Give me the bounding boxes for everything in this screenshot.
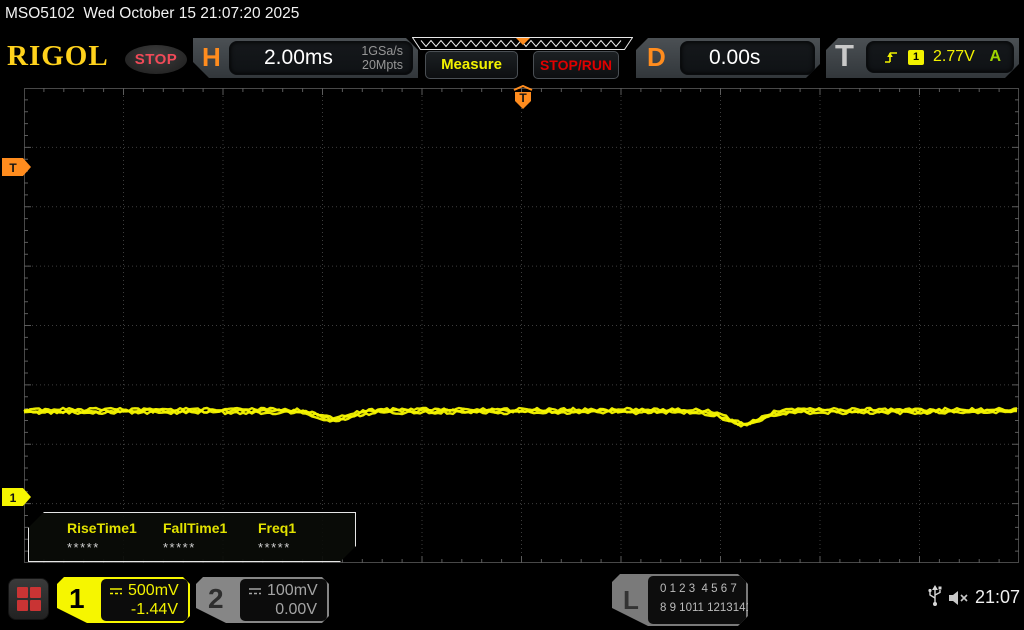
- channel1-number: 1: [69, 583, 85, 615]
- stop-run-button[interactable]: STOP/RUN: [533, 51, 619, 79]
- run-state-badge: STOP: [125, 45, 187, 74]
- delay-value: 0.00s: [709, 42, 760, 74]
- logic-channels-box[interactable]: L 0 1 2 3 4 5 6 7 8 9 1011 12131415: [612, 574, 748, 626]
- logic-label: L: [623, 585, 639, 616]
- channel2-scale: 100mV: [267, 582, 318, 600]
- timebase-panel: 2.00ms 1GSa/s 20Mpts: [229, 41, 413, 75]
- channel2-status-box[interactable]: 2 100mV 0.00V: [196, 577, 329, 623]
- window-title: MSO5102 Wed October 15 21:07:20 2025: [5, 5, 299, 23]
- delay-settings-box[interactable]: D 0.00s: [636, 38, 820, 78]
- trigger-settings-box[interactable]: T 1 2.77V A: [826, 38, 1019, 78]
- channel2-offset: 0.00V: [275, 601, 317, 619]
- trigger-position-marker[interactable]: T: [512, 85, 534, 113]
- waveform-display: [0, 84, 1024, 576]
- dc-coupling-icon: [109, 587, 123, 596]
- measure-button[interactable]: Measure: [425, 51, 518, 79]
- acquisition-info: 1GSa/s 20Mpts: [361, 44, 403, 72]
- measurement-results-panel[interactable]: RiseTime1 ***** FallTime1 ***** Freq1 **…: [28, 512, 356, 562]
- trigger-level-value: 2.77V: [933, 48, 975, 66]
- svg-text:1: 1: [10, 491, 17, 505]
- channel1-scale: 500mV: [128, 582, 179, 600]
- usb-icon: [927, 585, 943, 607]
- channel1-position-marker[interactable]: 1: [2, 488, 32, 507]
- svg-text:T: T: [519, 91, 527, 105]
- channel2-values: 100mV 0.00V: [240, 579, 327, 621]
- channel1-status-box[interactable]: 1 500mV -1.44V: [57, 577, 190, 623]
- channel1-values: 500mV -1.44V: [101, 579, 188, 621]
- waveform-overview-icon: [412, 36, 633, 51]
- trigger-mode: A: [989, 48, 1001, 66]
- logic-row-8-15: 8 9 1011 12131415: [660, 602, 758, 614]
- channel2-number: 2: [208, 583, 224, 615]
- timebase-value: 2.00ms: [264, 42, 333, 74]
- channel1-offset: -1.44V: [131, 601, 178, 619]
- trigger-label: T: [835, 38, 854, 74]
- svg-text:T: T: [9, 161, 17, 175]
- trigger-panel: 1 2.77V A: [866, 41, 1014, 73]
- menu-button[interactable]: [8, 578, 49, 620]
- logic-channel-list: 0 1 2 3 4 5 6 7 8 9 1011 12131415: [648, 576, 746, 624]
- sample-rate: 1GSa/s: [361, 44, 403, 58]
- horizontal-label: H: [202, 42, 221, 73]
- speaker-muted-icon[interactable]: [948, 590, 971, 606]
- menu-grid-icon: [17, 587, 40, 611]
- waveform-overview-strip[interactable]: [412, 36, 633, 51]
- rigol-logo: RIGOL: [7, 40, 109, 73]
- logic-row-0-7: 0 1 2 3 4 5 6 7: [660, 583, 737, 595]
- clock: 21:07: [975, 587, 1020, 608]
- delay-panel: 0.00s: [680, 41, 815, 75]
- memory-depth: 20Mpts: [361, 58, 403, 72]
- oscilloscope-screen: MSO5102 Wed October 15 21:07:20 2025 RIG…: [0, 0, 1024, 630]
- trigger-level-marker[interactable]: T: [2, 158, 32, 177]
- delay-label: D: [647, 42, 666, 73]
- trigger-source-badge: 1: [908, 50, 924, 65]
- dc-coupling-icon: [248, 587, 262, 596]
- horizontal-settings-box[interactable]: H 2.00ms 1GSa/s 20Mpts: [193, 38, 418, 78]
- trigger-slope-icon: [883, 49, 899, 65]
